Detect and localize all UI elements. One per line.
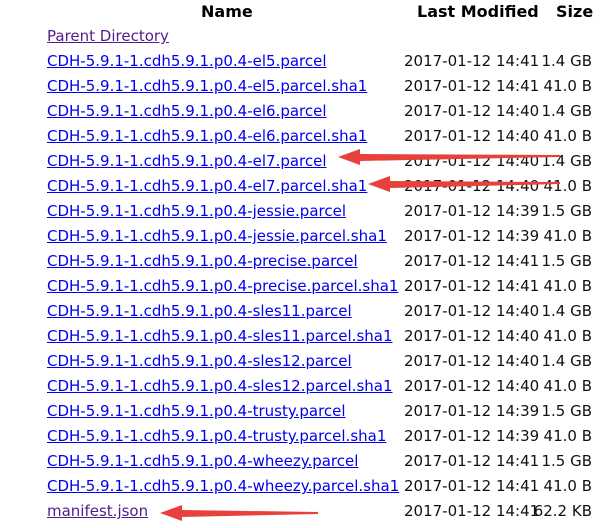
file-link[interactable]: CDH-5.9.1-1.cdh5.9.1.p0.4-el5.parcel bbox=[47, 49, 327, 74]
last-modified: 2017-01-12 14:40 bbox=[404, 127, 540, 145]
last-modified: 2017-01-12 14:41 bbox=[404, 52, 540, 70]
header-size: Size bbox=[556, 2, 594, 21]
last-modified: 2017-01-12 14:40 bbox=[404, 352, 540, 370]
last-modified: 2017-01-12 14:40 bbox=[404, 102, 540, 120]
file-size: 41.0 B bbox=[543, 277, 592, 295]
file-listing: Parent Directory CDH-5.9.1-1.cdh5.9.1.p0.… bbox=[0, 24, 611, 524]
table-row: CDH-5.9.1-1.cdh5.9.1.p0.4-trusty.parcel.… bbox=[0, 424, 611, 449]
last-modified: 2017-01-12 14:40 bbox=[404, 152, 540, 170]
table-row: CDH-5.9.1-1.cdh5.9.1.p0.4-sles12.parcel.… bbox=[0, 374, 611, 399]
file-link[interactable]: CDH-5.9.1-1.cdh5.9.1.p0.4-sles11.parcel bbox=[47, 299, 352, 324]
last-modified: 2017-01-12 14:41 bbox=[404, 252, 540, 270]
file-link[interactable]: CDH-5.9.1-1.cdh5.9.1.p0.4-precise.parcel bbox=[47, 249, 358, 274]
parent-directory-link[interactable]: Parent Directory bbox=[47, 24, 169, 49]
last-modified: 2017-01-12 14:39 bbox=[404, 402, 540, 420]
file-size: 41.0 B bbox=[543, 227, 592, 245]
file-size: 1.5 GB bbox=[541, 252, 592, 270]
table-row: manifest.json 2017-01-12 14:41 62.2 KB bbox=[0, 499, 611, 524]
table-row: CDH-5.9.1-1.cdh5.9.1.p0.4-precise.parcel… bbox=[0, 249, 611, 274]
file-link[interactable]: CDH-5.9.1-1.cdh5.9.1.p0.4-sles11.parcel.… bbox=[47, 324, 393, 349]
last-modified: 2017-01-12 14:40 bbox=[404, 327, 540, 345]
table-row: CDH-5.9.1-1.cdh5.9.1.p0.4-trusty.parcel 2… bbox=[0, 399, 611, 424]
file-link[interactable]: CDH-5.9.1-1.cdh5.9.1.p0.4-el6.parcel.sha… bbox=[47, 124, 367, 149]
file-size: 41.0 B bbox=[543, 477, 592, 495]
file-size: 41.0 B bbox=[543, 177, 592, 195]
table-row: CDH-5.9.1-1.cdh5.9.1.p0.4-el5.parcel 2017… bbox=[0, 49, 611, 74]
table-row: CDH-5.9.1-1.cdh5.9.1.p0.4-wheezy.parcel 2… bbox=[0, 449, 611, 474]
file-size: 1.5 GB bbox=[541, 402, 592, 420]
file-size: 41.0 B bbox=[543, 127, 592, 145]
table-row: CDH-5.9.1-1.cdh5.9.1.p0.4-el6.parcel 2017… bbox=[0, 99, 611, 124]
last-modified: 2017-01-12 14:39 bbox=[404, 227, 540, 245]
table-row: CDH-5.9.1-1.cdh5.9.1.p0.4-el7.parcel.sha… bbox=[0, 174, 611, 199]
last-modified: 2017-01-12 14:40 bbox=[404, 377, 540, 395]
table-row: Parent Directory bbox=[0, 24, 611, 49]
file-link[interactable]: CDH-5.9.1-1.cdh5.9.1.p0.4-sles12.parcel bbox=[47, 349, 352, 374]
table-row: CDH-5.9.1-1.cdh5.9.1.p0.4-sles11.parcel.… bbox=[0, 324, 611, 349]
last-modified: 2017-01-12 14:39 bbox=[404, 427, 540, 445]
file-size: 41.0 B bbox=[543, 377, 592, 395]
table-row: CDH-5.9.1-1.cdh5.9.1.p0.4-el7.parcel 2017… bbox=[0, 149, 611, 174]
last-modified: 2017-01-12 14:41 bbox=[404, 477, 540, 495]
table-row: CDH-5.9.1-1.cdh5.9.1.p0.4-el6.parcel.sha… bbox=[0, 124, 611, 149]
last-modified: 2017-01-12 14:40 bbox=[404, 302, 540, 320]
file-link[interactable]: CDH-5.9.1-1.cdh5.9.1.p0.4-jessie.parcel bbox=[47, 199, 346, 224]
file-link[interactable]: CDH-5.9.1-1.cdh5.9.1.p0.4-jessie.parcel.… bbox=[47, 224, 387, 249]
table-row: CDH-5.9.1-1.cdh5.9.1.p0.4-el5.parcel.sha… bbox=[0, 74, 611, 99]
table-row: CDH-5.9.1-1.cdh5.9.1.p0.4-wheezy.parcel.… bbox=[0, 474, 611, 499]
file-size: 1.5 GB bbox=[541, 202, 592, 220]
file-size: 1.4 GB bbox=[541, 52, 592, 70]
last-modified: 2017-01-12 14:41 bbox=[404, 502, 540, 520]
last-modified: 2017-01-12 14:39 bbox=[404, 202, 540, 220]
last-modified: 2017-01-12 14:41 bbox=[404, 77, 540, 95]
file-size: 1.4 GB bbox=[541, 352, 592, 370]
file-size: 62.2 KB bbox=[533, 502, 592, 520]
last-modified: 2017-01-12 14:41 bbox=[404, 452, 540, 470]
file-link[interactable]: CDH-5.9.1-1.cdh5.9.1.p0.4-precise.parcel… bbox=[47, 274, 398, 299]
file-link[interactable]: CDH-5.9.1-1.cdh5.9.1.p0.4-sles12.parcel.… bbox=[47, 374, 393, 399]
file-size: 1.4 GB bbox=[541, 152, 592, 170]
file-link[interactable]: CDH-5.9.1-1.cdh5.9.1.p0.4-wheezy.parcel bbox=[47, 449, 358, 474]
table-row: CDH-5.9.1-1.cdh5.9.1.p0.4-precise.parcel… bbox=[0, 274, 611, 299]
table-row: CDH-5.9.1-1.cdh5.9.1.p0.4-sles11.parcel 2… bbox=[0, 299, 611, 324]
file-size: 1.5 GB bbox=[541, 452, 592, 470]
header-last-modified: Last Modified bbox=[417, 2, 539, 21]
header-name: Name bbox=[201, 2, 253, 21]
table-row: CDH-5.9.1-1.cdh5.9.1.p0.4-jessie.parcel.… bbox=[0, 224, 611, 249]
file-size: 1.4 GB bbox=[541, 302, 592, 320]
file-size: 41.0 B bbox=[543, 77, 592, 95]
file-link[interactable]: CDH-5.9.1-1.cdh5.9.1.p0.4-trusty.parcel.… bbox=[47, 424, 386, 449]
last-modified: 2017-01-12 14:40 bbox=[404, 177, 540, 195]
file-link[interactable]: CDH-5.9.1-1.cdh5.9.1.p0.4-el7.parcel.sha… bbox=[47, 174, 367, 199]
last-modified: 2017-01-12 14:41 bbox=[404, 277, 540, 295]
file-link[interactable]: CDH-5.9.1-1.cdh5.9.1.p0.4-wheezy.parcel.… bbox=[47, 474, 399, 499]
file-link[interactable]: manifest.json bbox=[47, 499, 148, 524]
file-link[interactable]: CDH-5.9.1-1.cdh5.9.1.p0.4-el5.parcel.sha… bbox=[47, 74, 367, 99]
file-link[interactable]: CDH-5.9.1-1.cdh5.9.1.p0.4-el6.parcel bbox=[47, 99, 327, 124]
file-link[interactable]: CDH-5.9.1-1.cdh5.9.1.p0.4-el7.parcel bbox=[47, 149, 327, 174]
file-link[interactable]: CDH-5.9.1-1.cdh5.9.1.p0.4-trusty.parcel bbox=[47, 399, 346, 424]
table-row: CDH-5.9.1-1.cdh5.9.1.p0.4-sles12.parcel 2… bbox=[0, 349, 611, 374]
file-size: 41.0 B bbox=[543, 427, 592, 445]
table-row: CDH-5.9.1-1.cdh5.9.1.p0.4-jessie.parcel 2… bbox=[0, 199, 611, 224]
file-size: 1.4 GB bbox=[541, 102, 592, 120]
file-size: 41.0 B bbox=[543, 327, 592, 345]
